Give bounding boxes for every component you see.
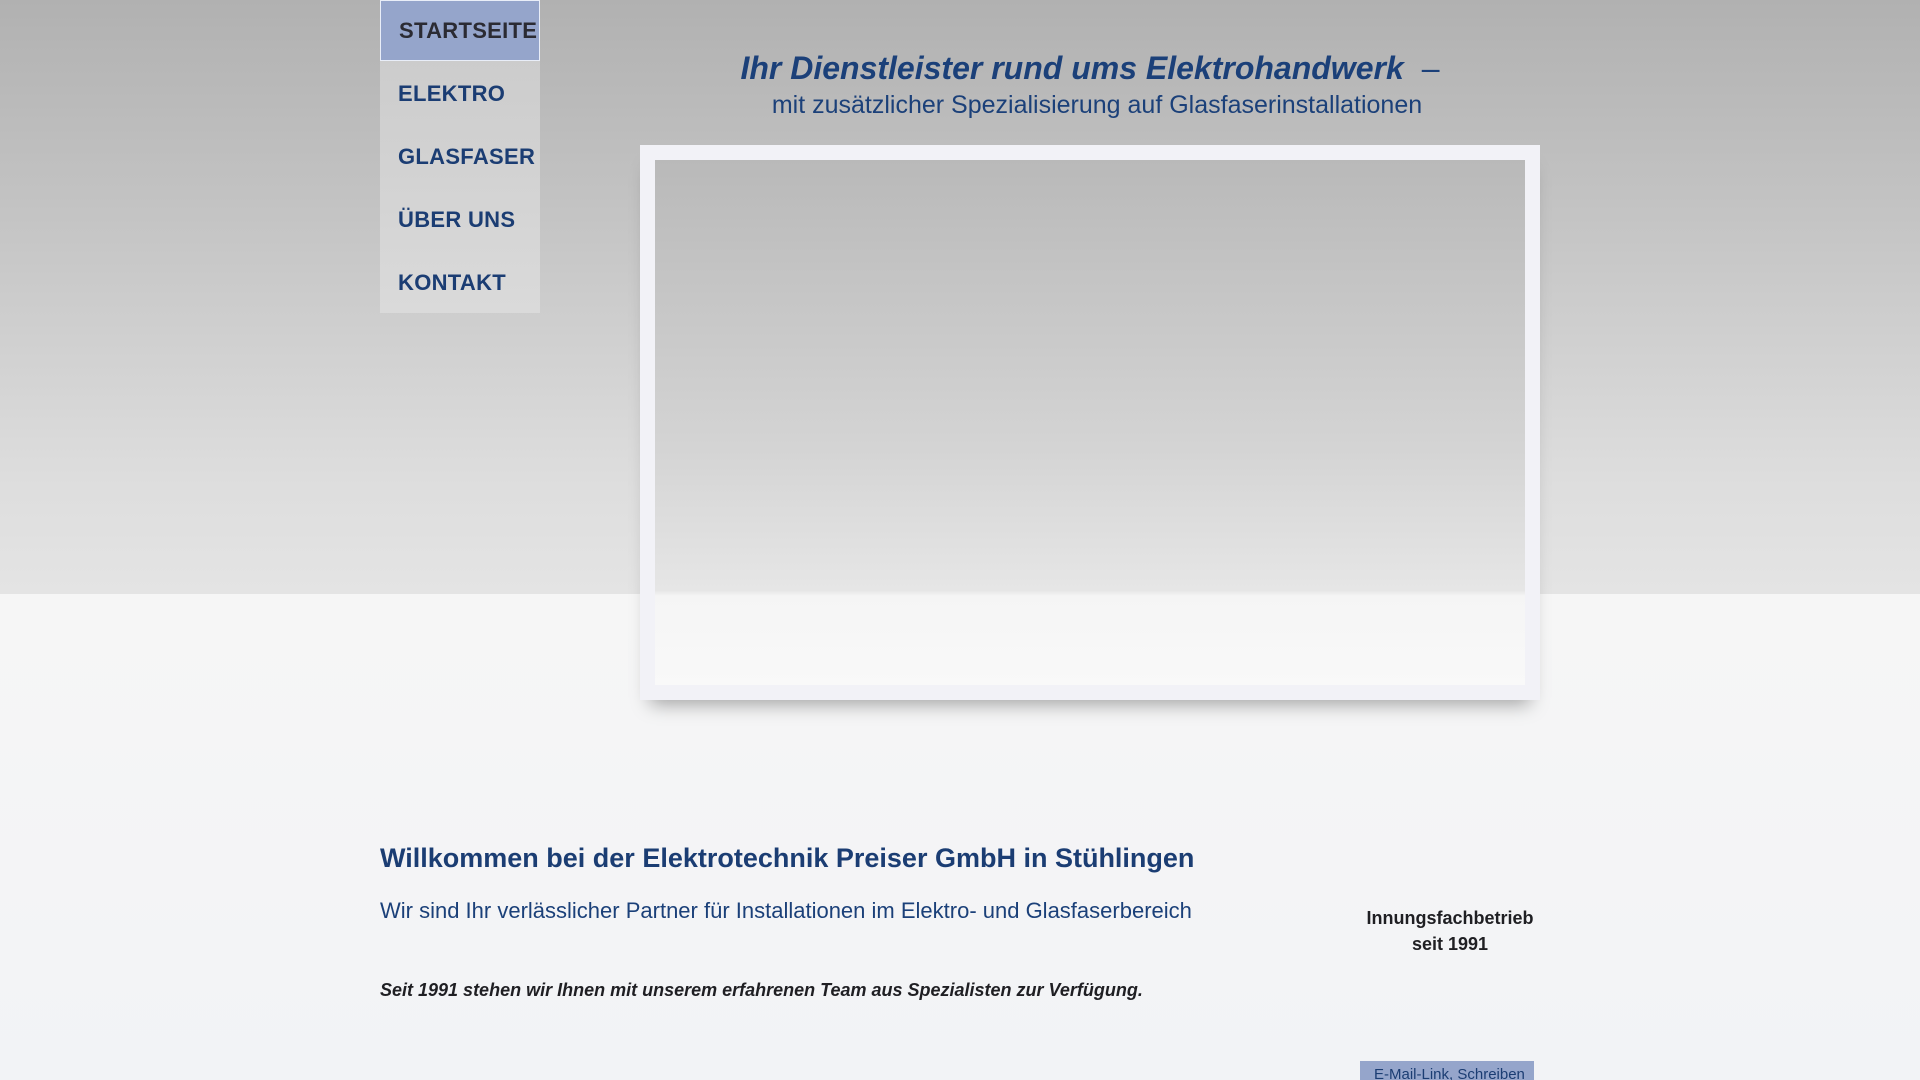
welcome-title: Willkommen bei der Elektrotechnik Preise… — [380, 843, 1195, 873]
guild-badge: Innungsfachbetrieb seit 1991 — [1350, 905, 1550, 957]
badge-line-2: seit 1991 — [1411, 934, 1489, 954]
headline-dash: – — [1421, 50, 1440, 86]
nav-item-kontakt[interactable]: KONTAKT — [380, 252, 540, 315]
badge-line-1: Innungsfachbetrieb — [1366, 908, 1534, 928]
email-link-button[interactable]: E-Mail-Link, Schreiben — [1360, 1061, 1534, 1080]
hero-image — [655, 160, 1525, 685]
nav-item-ueber-uns[interactable]: ÜBER UNS — [380, 189, 540, 252]
headline-text: Ihr Dienstleister rund ums Elektrohandwe… — [740, 50, 1404, 86]
welcome-subtitle: Wir sind Ihr verlässlicher Partner für I… — [380, 898, 1192, 923]
headline-subline: mit zusätzlicher Spezialisierung auf Gla… — [771, 91, 1423, 119]
nav-item-elektro[interactable]: ELEKTRO — [380, 63, 540, 126]
main-navigation: STARTSEITE ELEKTRO GLASFASER ÜBER UNS KO… — [380, 0, 540, 313]
hero-image-frame — [640, 145, 1540, 700]
headline-title: Ihr Dienstleister rund ums Elektrohandwe… — [640, 48, 1540, 88]
welcome-text: Seit 1991 stehen wir Ihnen mit unserem e… — [380, 980, 1143, 1000]
header-headline: Ihr Dienstleister rund ums Elektrohandwe… — [640, 48, 1540, 122]
nav-item-glasfaser[interactable]: GLASFASER — [380, 126, 540, 189]
nav-item-startseite[interactable]: STARTSEITE — [380, 0, 540, 61]
